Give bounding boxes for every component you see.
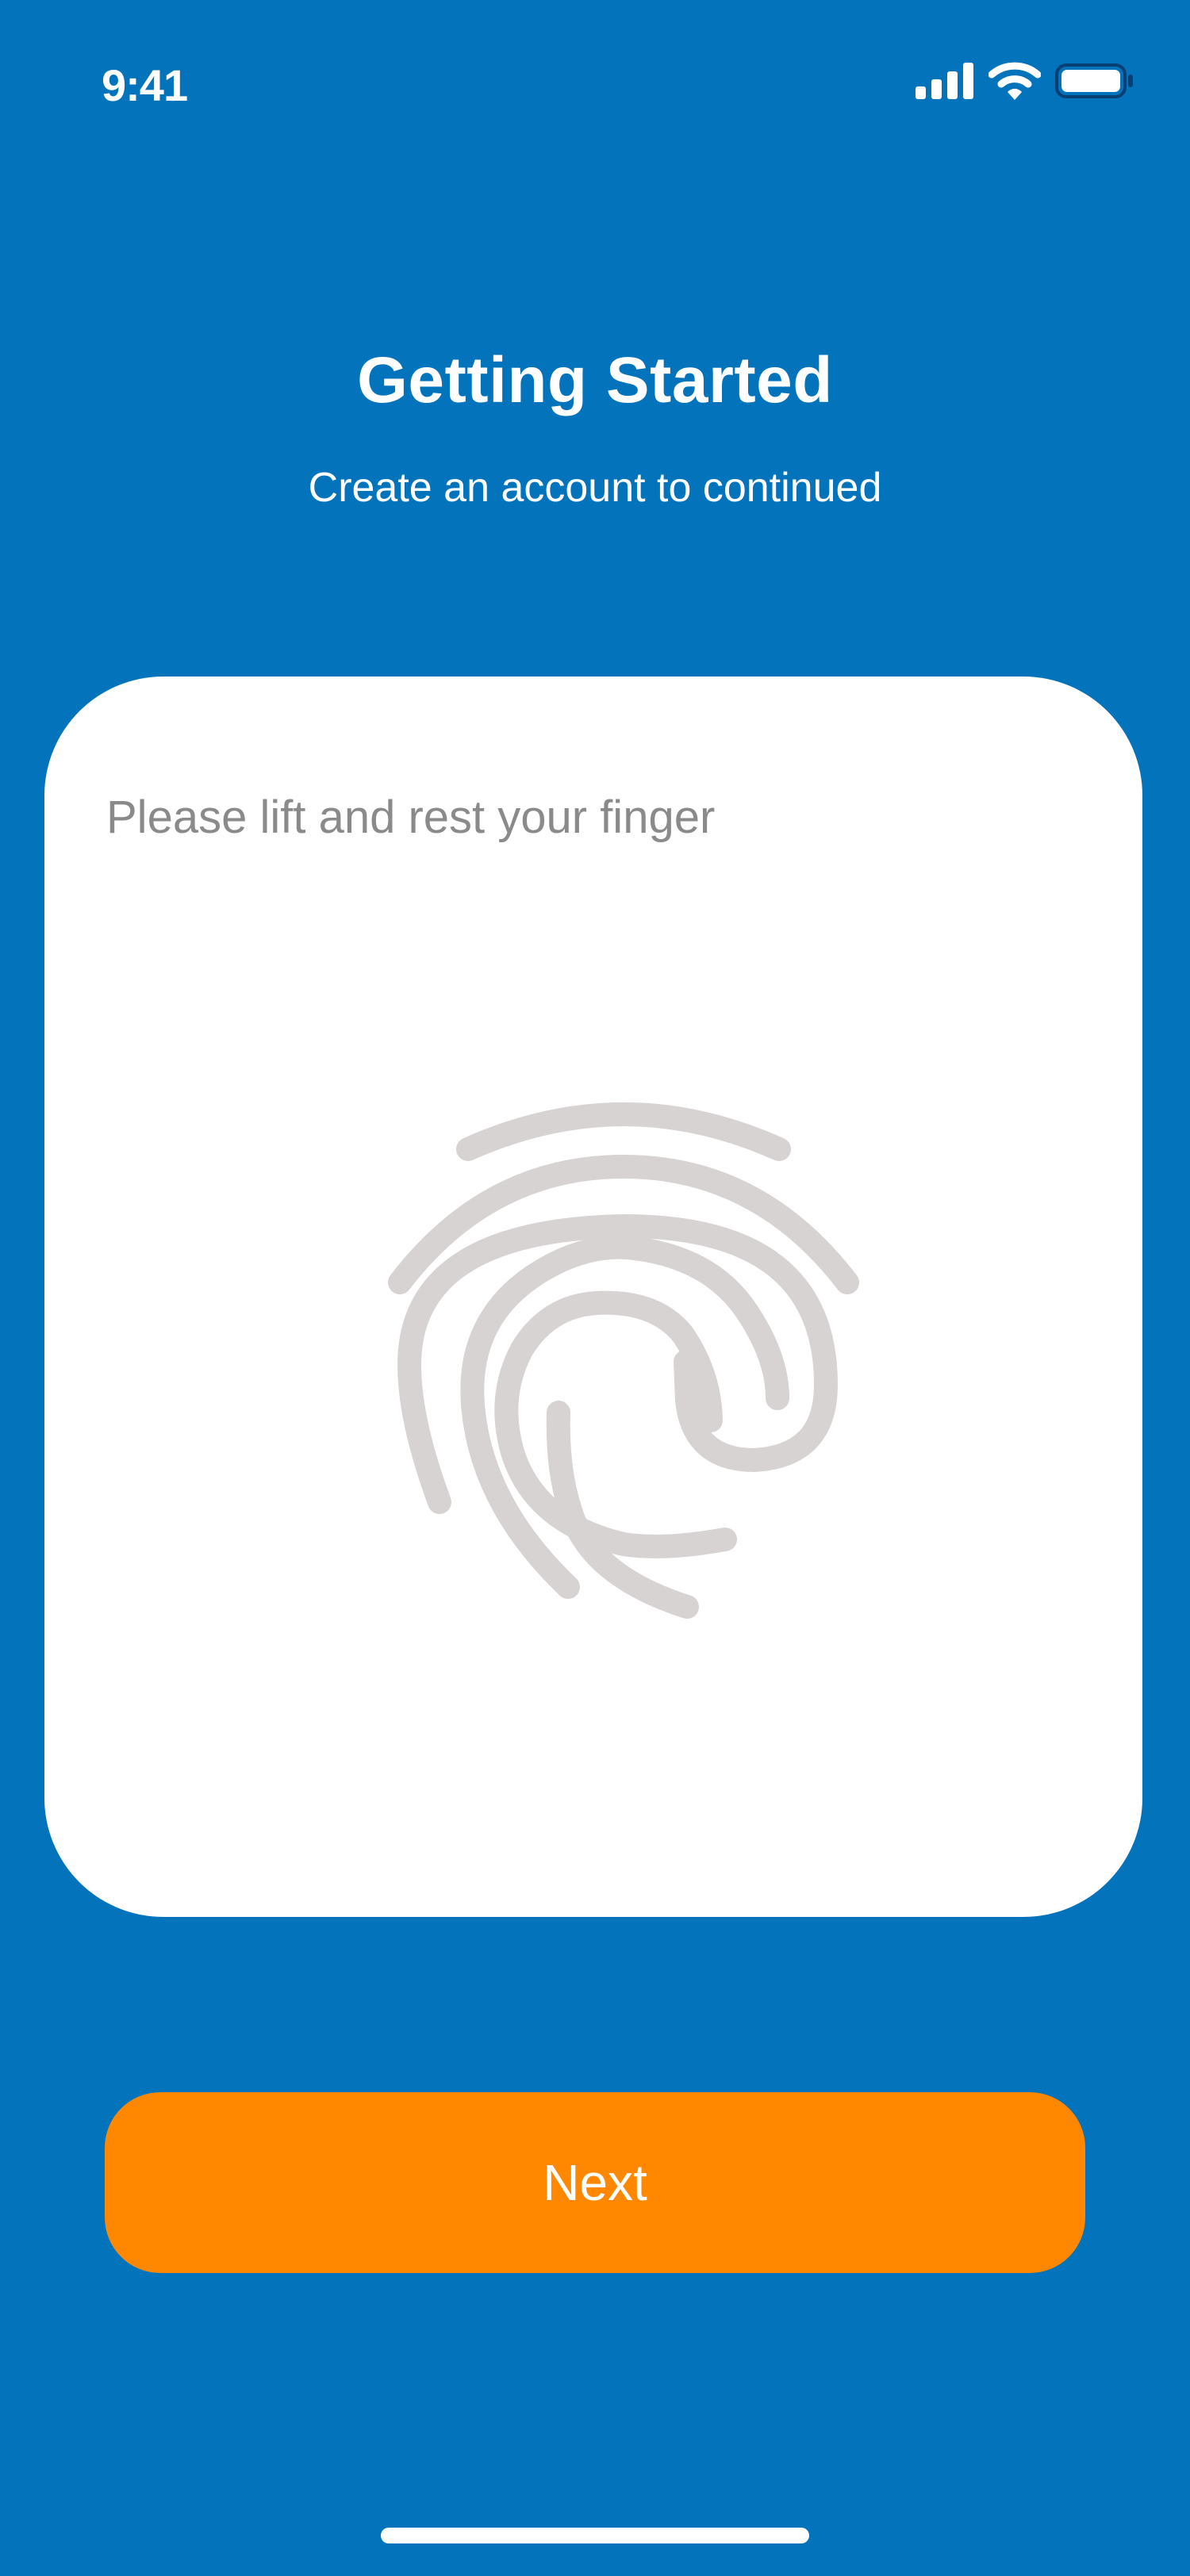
battery-icon (1055, 62, 1134, 100)
next-button-label: Next (543, 2154, 647, 2211)
fingerprint-instruction: Please lift and rest your finger (106, 792, 716, 843)
cellular-signal-icon (916, 63, 974, 99)
page-subtitle: Create an account to continued (308, 465, 882, 511)
fingerprint-card: Please lift and rest your finger (44, 677, 1142, 1917)
home-indicator[interactable] (381, 2528, 809, 2543)
page-title: Getting Started (357, 344, 833, 416)
wifi-icon (988, 62, 1041, 100)
status-icons (916, 60, 1134, 102)
next-button[interactable]: Next (105, 2092, 1085, 2273)
fingerprint-icon (386, 1079, 862, 1619)
status-time: 9:41 (102, 60, 188, 110)
